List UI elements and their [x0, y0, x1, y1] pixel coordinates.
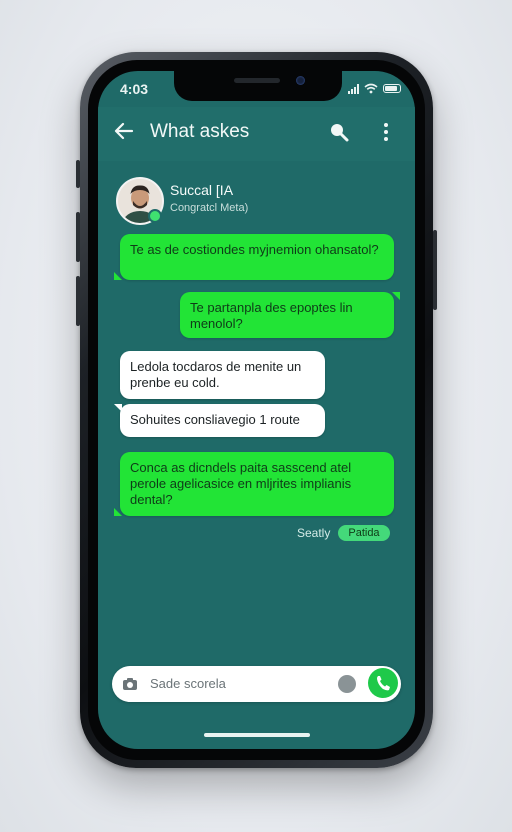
message-bubble[interactable]: Ledola tocdaros de menite un prenbe eu c… — [120, 351, 325, 399]
phone-screen: 4:03 What askes Succal [IA Congratcl Met… — [98, 71, 415, 749]
emoji-icon[interactable] — [338, 675, 356, 693]
camera-icon[interactable] — [122, 677, 138, 691]
search-icon[interactable] — [328, 121, 350, 143]
power-button — [433, 230, 437, 310]
call-button[interactable] — [368, 668, 398, 698]
notch — [174, 71, 342, 101]
volume-up-button — [76, 212, 80, 262]
meta-label: Seatly — [297, 526, 331, 540]
mute-switch — [76, 160, 80, 188]
front-camera — [296, 76, 305, 85]
message-bubble[interactable]: Sohuites consliavegio 1 route — [114, 404, 325, 437]
message-text: Ledola tocdaros de menite un prenbe eu c… — [130, 359, 302, 390]
message-text: Sohuites consliavegio 1 route — [130, 412, 300, 427]
status-badge[interactable]: Patida — [338, 525, 390, 541]
message-input[interactable]: Sade scorela — [150, 676, 226, 691]
message-bubble[interactable]: Te as de costiondes myjnemion ohansatol? — [114, 234, 394, 280]
volume-down-button — [76, 276, 80, 326]
message-composer[interactable]: Sade scorela — [112, 666, 401, 702]
contact-name: Succal [IA — [170, 182, 234, 198]
wifi-icon — [364, 83, 378, 94]
online-status-dot — [148, 209, 162, 223]
message-bubble[interactable]: Te partanpla des epoptes lin menolol? — [180, 292, 400, 338]
background: 4:03 What askes Succal [IA Congratcl Met… — [0, 0, 512, 832]
message-meta: Seatly Patida — [297, 525, 390, 541]
back-arrow-icon[interactable] — [112, 119, 136, 143]
status-icons — [348, 83, 401, 94]
chat-header: What askes — [98, 107, 415, 161]
speaker-grille — [234, 78, 280, 83]
chat-title: What askes — [150, 121, 250, 142]
battery-icon — [383, 84, 401, 93]
more-vertical-icon[interactable] — [378, 121, 394, 143]
message-text: Te as de costiondes myjnemion ohansatol? — [130, 242, 379, 257]
contact-subtitle: Congratcl Meta) — [170, 202, 249, 214]
signal-icon — [348, 83, 359, 94]
message-text: Conca as dicndels paita sasscend atel pe… — [130, 460, 352, 507]
message-text: Te partanpla des epoptes lin menolol? — [190, 300, 353, 331]
status-time: 4:03 — [120, 81, 149, 97]
message-bubble[interactable]: Conca as dicndels paita sasscend atel pe… — [114, 452, 394, 516]
phone-icon — [377, 676, 390, 691]
home-indicator[interactable] — [204, 733, 310, 737]
